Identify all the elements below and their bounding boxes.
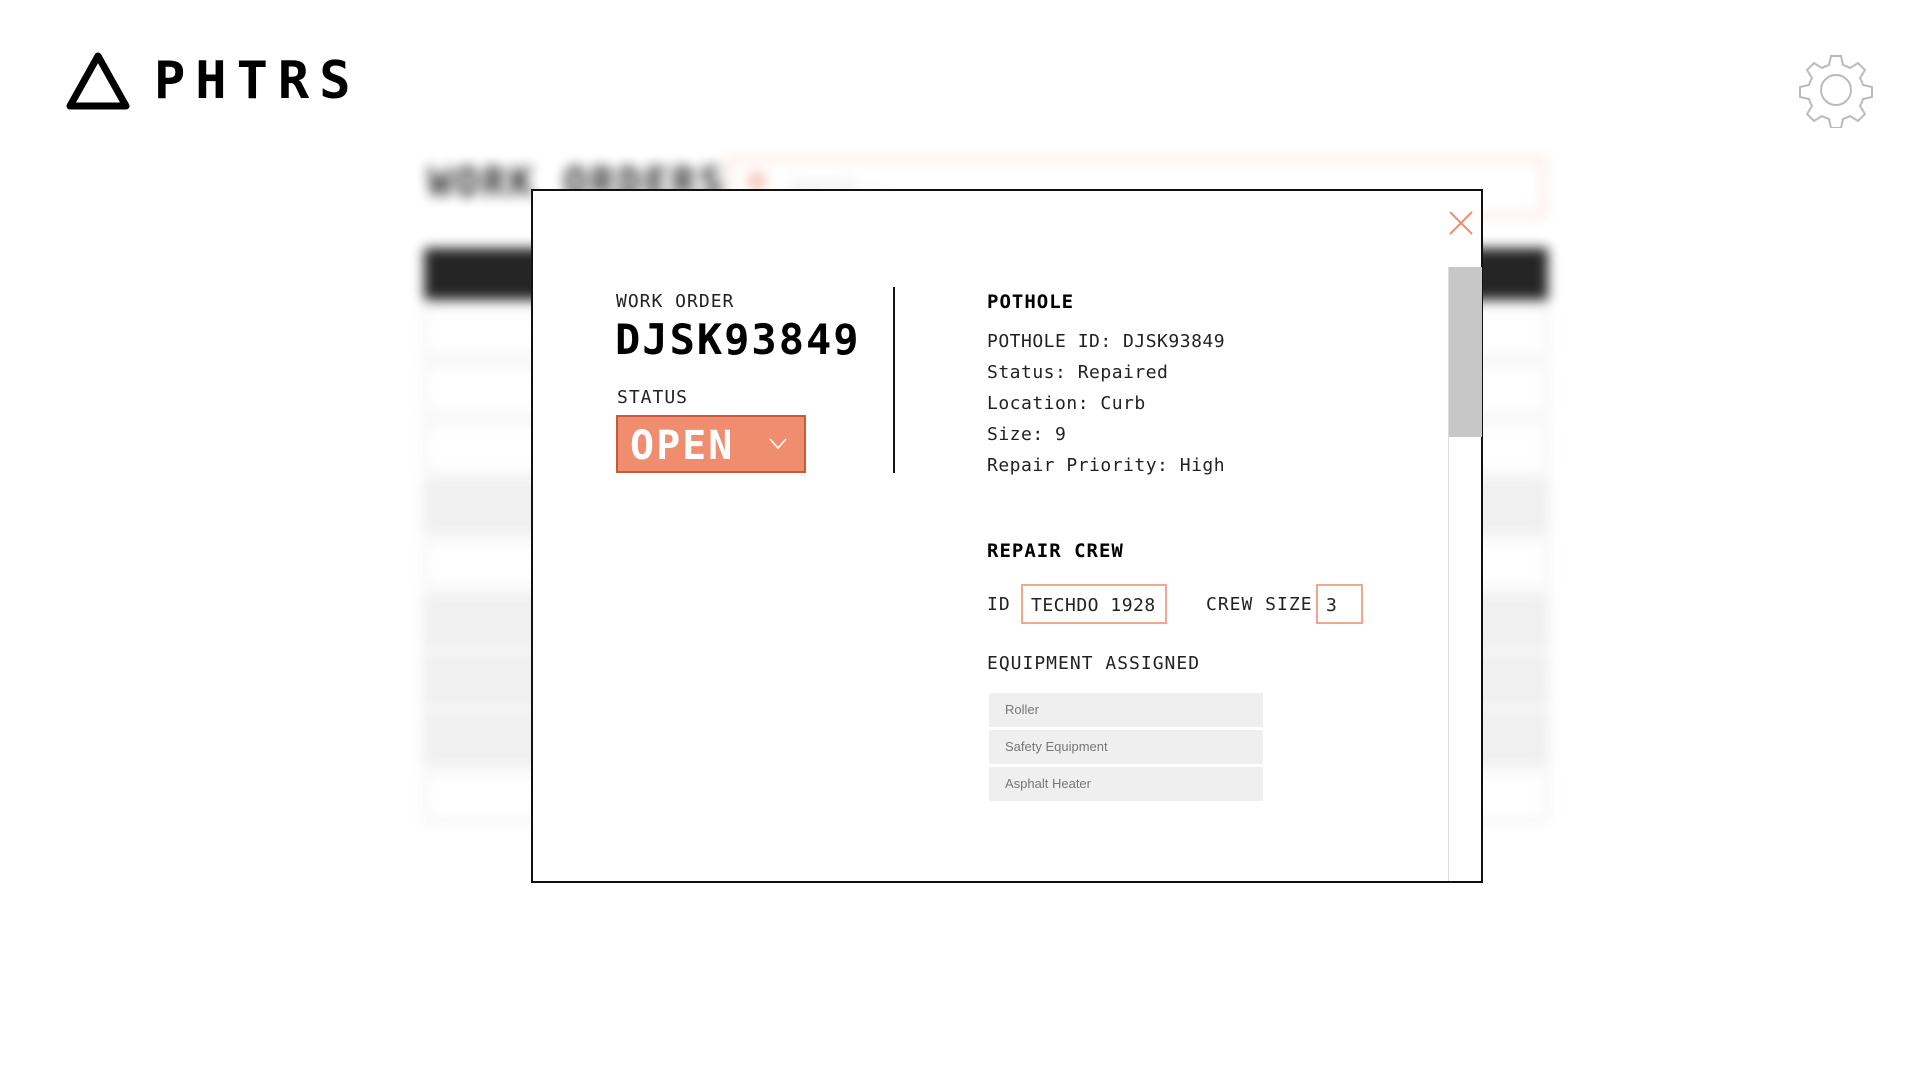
scrollbar-thumb[interactable] — [1449, 267, 1482, 437]
close-icon[interactable] — [1447, 209, 1475, 237]
equipment-item-roller[interactable]: Roller — [989, 693, 1263, 727]
brand-name: PHTRS — [154, 51, 361, 111]
logo: PHTRS — [64, 50, 361, 112]
triangle-logo-icon — [66, 52, 130, 110]
crew-id-label: ID — [987, 594, 1011, 615]
pothole-size: Size: 9 — [987, 424, 1067, 445]
crew-size-field[interactable]: 3 — [1316, 584, 1363, 624]
modal-scrollbar[interactable] — [1448, 267, 1482, 881]
equipment-title: EQUIPMENT ASSIGNED — [987, 653, 1201, 674]
section-divider — [893, 287, 895, 473]
status-label: STATUS — [617, 387, 689, 408]
equipment-item-heater[interactable]: Asphalt Heater — [989, 767, 1263, 801]
gear-icon[interactable] — [1798, 52, 1874, 132]
work-order-modal: WORK ORDER DJSK93849 STATUS OPEN POTHOLE… — [531, 189, 1483, 883]
pothole-status: Status: Repaired — [987, 362, 1169, 383]
work-order-label: WORK ORDER — [616, 291, 735, 312]
equipment-item-safety[interactable]: Safety Equipment — [989, 730, 1263, 764]
pothole-location: Location: Curb — [987, 393, 1146, 414]
status-value: OPEN — [630, 423, 735, 469]
pothole-priority: Repair Priority: High — [987, 455, 1226, 476]
chevron-down-icon — [769, 438, 787, 450]
pothole-title: POTHOLE — [987, 291, 1075, 313]
work-order-id: DJSK93849 — [615, 315, 861, 364]
pothole-id: POTHOLE ID: DJSK93849 — [987, 331, 1226, 352]
crew-id-field[interactable]: TECHDO 1928 — [1021, 584, 1167, 624]
crew-size-label: CREW SIZE — [1206, 594, 1313, 615]
status-dropdown[interactable]: OPEN — [616, 415, 806, 473]
search-icon — [748, 172, 766, 190]
repair-crew-title: REPAIR CREW — [987, 540, 1124, 562]
